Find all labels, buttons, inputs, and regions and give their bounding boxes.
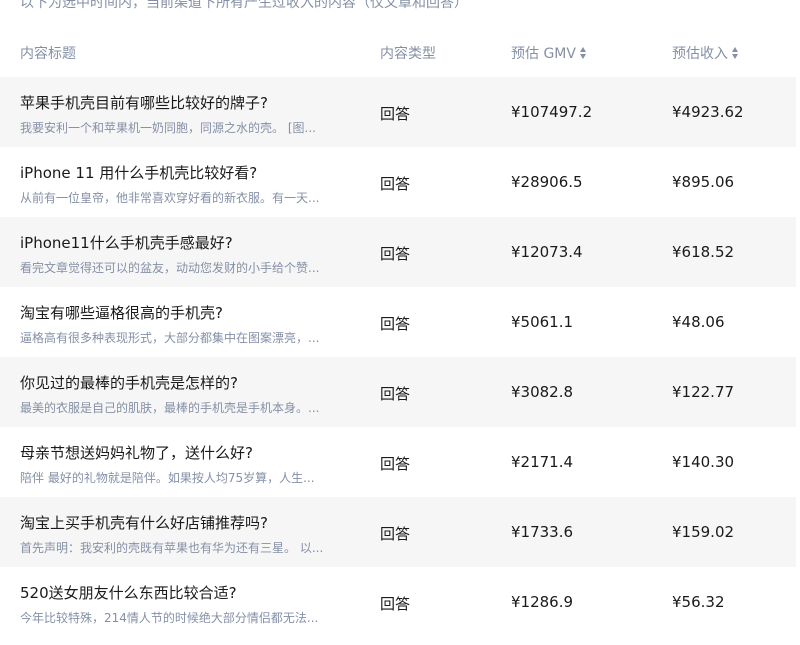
row-title-link[interactable]: 你见过的最棒的手机壳是怎样的? <box>20 372 360 393</box>
row-gmv: ¥3082.8 <box>511 383 574 401</box>
notice-text: 以下为选中时间内，当前渠道下所有产生过收入的内容（仅文章和回答） <box>20 0 468 11</box>
row-gmv: ¥2171.4 <box>511 453 574 471</box>
table-row[interactable]: 苹果手机壳目前有哪些比较好的牌子? 我要安利一个和苹果机一奶同胞，同源之水的壳。… <box>0 77 796 147</box>
row-excerpt: 首先声明：我安利的壳既有苹果也有华为还有三星。 以... <box>20 541 324 555</box>
row-gmv: ¥12073.4 <box>511 243 583 261</box>
header-income-sort[interactable]: 预估收入 <box>672 43 792 63</box>
row-excerpt: 今年比较特殊，214情人节的时候绝大部分情侣都无法... <box>20 611 319 625</box>
row-income: ¥140.30 <box>672 453 735 471</box>
row-title-link[interactable]: 淘宝有哪些逼格很高的手机壳? <box>20 302 360 323</box>
table-row[interactable]: iPhone 11 用什么手机壳比较好看? 从前有一位皇帝，他非常喜欢穿好看的新… <box>0 147 796 217</box>
table-row[interactable]: 母亲节想送妈妈礼物了，送什么好? 陪伴 最好的礼物就是陪伴。如果按人均75岁算，… <box>0 427 796 497</box>
sort-icon[interactable] <box>579 47 587 59</box>
row-income: ¥895.06 <box>672 173 735 191</box>
row-type: 回答 <box>380 455 411 473</box>
header-income-label: 预估收入 <box>672 46 728 62</box>
header-gmv-label: 预估 GMV <box>511 46 576 62</box>
income-table: 内容标题 内容类型 预估 GMV 预估收入 苹果手机壳目前有哪些比较好的牌子? … <box>0 26 796 625</box>
row-gmv: ¥107497.2 <box>511 103 593 121</box>
table-row[interactable]: 淘宝上买手机壳有什么好店铺推荐吗? 首先声明：我安利的壳既有苹果也有华为还有三星… <box>0 497 796 567</box>
table-row[interactable]: 你见过的最棒的手机壳是怎样的? 最美的衣服是自己的肌肤，最棒的手机壳是手机本身。… <box>0 357 796 427</box>
row-gmv: ¥28906.5 <box>511 173 583 191</box>
row-excerpt: 从前有一位皇帝，他非常喜欢穿好看的新衣服。有一天... <box>20 191 320 205</box>
sort-icon[interactable] <box>732 47 739 59</box>
table-row[interactable]: 淘宝有哪些逼格很高的手机壳? 逼格高有很多种表现形式，大部分都集中在图案漂亮，.… <box>0 287 796 357</box>
row-gmv: ¥1286.9 <box>511 593 574 611</box>
row-gmv: ¥5061.1 <box>511 313 574 331</box>
row-title-link[interactable]: iPhone 11 用什么手机壳比较好看? <box>20 162 360 183</box>
row-title-link[interactable]: 520送女朋友什么东西比较合适? <box>20 582 360 603</box>
header-title: 内容标题 <box>20 46 76 62</box>
header-type: 内容类型 <box>380 46 436 62</box>
table-header: 内容标题 内容类型 预估 GMV 预估收入 <box>0 26 796 77</box>
row-excerpt: 逼格高有很多种表现形式，大部分都集中在图案漂亮，... <box>20 331 320 345</box>
row-excerpt: 我要安利一个和苹果机一奶同胞，同源之水的壳。 [图... <box>20 121 316 135</box>
row-title-link[interactable]: 母亲节想送妈妈礼物了，送什么好? <box>20 442 360 463</box>
row-gmv: ¥1733.6 <box>511 523 574 541</box>
row-title-link[interactable]: iPhone11什么手机壳手感最好? <box>20 232 360 253</box>
row-type: 回答 <box>380 315 411 333</box>
table-row[interactable]: iPhone11什么手机壳手感最好? 看完文章觉得还可以的盆友，动动您发财的小手… <box>0 217 796 287</box>
table-body: 苹果手机壳目前有哪些比较好的牌子? 我要安利一个和苹果机一奶同胞，同源之水的壳。… <box>0 77 796 637</box>
row-type: 回答 <box>380 175 411 193</box>
row-income: ¥122.77 <box>672 383 735 401</box>
row-type: 回答 <box>380 245 411 263</box>
row-excerpt: 陪伴 最好的礼物就是陪伴。如果按人均75岁算，人生... <box>20 471 315 485</box>
row-income: ¥48.06 <box>672 313 725 331</box>
row-type: 回答 <box>380 105 411 123</box>
row-income: ¥159.02 <box>672 523 735 541</box>
row-income: ¥4923.62 <box>672 103 744 121</box>
row-income: ¥618.52 <box>672 243 735 261</box>
row-excerpt: 看完文章觉得还可以的盆友，动动您发财的小手给个赞... <box>20 261 320 275</box>
header-gmv-sort[interactable]: 预估 GMV <box>511 43 661 63</box>
row-income: ¥56.32 <box>672 593 725 611</box>
row-excerpt: 最美的衣服是自己的肌肤，最棒的手机壳是手机本身。... <box>20 401 320 415</box>
row-title-link[interactable]: 苹果手机壳目前有哪些比较好的牌子? <box>20 92 360 113</box>
row-type: 回答 <box>380 525 411 543</box>
row-type: 回答 <box>380 385 411 403</box>
row-type: 回答 <box>380 595 411 613</box>
income-content-page: 以下为选中时间内，当前渠道下所有产生过收入的内容（仅文章和回答） 内容标题 内容… <box>0 0 800 645</box>
row-title-link[interactable]: 淘宝上买手机壳有什么好店铺推荐吗? <box>20 512 360 533</box>
table-row[interactable]: 520送女朋友什么东西比较合适? 今年比较特殊，214情人节的时候绝大部分情侣都… <box>0 567 796 637</box>
